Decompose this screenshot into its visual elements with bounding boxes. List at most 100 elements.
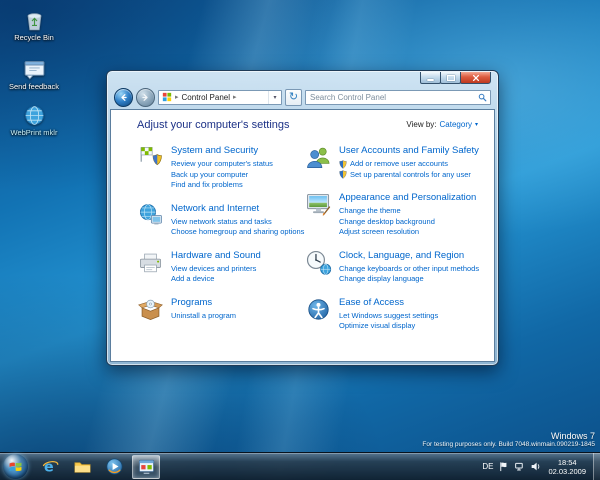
desktop-icon-label: WebPrint mklr — [5, 129, 63, 138]
internet-explorer-button[interactable]: e — [36, 455, 64, 479]
taskbar-clock[interactable]: 18:54 02.03.2009 — [546, 458, 588, 476]
desktop-icon-label: Send feedback — [5, 83, 63, 92]
task-link-label: Add or remove user accounts — [350, 159, 448, 170]
appearance-personalization-icon[interactable] — [305, 191, 332, 218]
task-adjust-screen-resolution[interactable]: Adjust screen resolution — [339, 227, 476, 238]
task-view-network-status[interactable]: View network status and tasks — [171, 217, 304, 228]
view-by-label: View by: — [406, 120, 436, 129]
control-panel-taskbar-button[interactable] — [132, 455, 160, 479]
control-panel-window: ▸ Control Panel ▸ ▾ ↻ Adjust your comput… — [106, 70, 499, 366]
forward-button[interactable] — [136, 88, 155, 107]
task-change-display-language[interactable]: Change display language — [339, 274, 479, 285]
media-player-button[interactable] — [100, 455, 128, 479]
category-clock-language-region: Clock, Language, and Region Change keybo… — [305, 249, 479, 285]
watermark-build-string: For testing purposes only. Build 7048.wi… — [422, 441, 595, 449]
breadcrumb-arrow: ▸ — [172, 93, 182, 101]
desktop-icon-send-feedback[interactable]: Send feedback — [5, 57, 63, 92]
category-title-user-accounts[interactable]: User Accounts and Family Safety — [339, 145, 479, 157]
task-uninstall-a-program[interactable]: Uninstall a program — [171, 311, 236, 322]
taskbar: e — [0, 452, 600, 480]
task-add-a-device[interactable]: Add a device — [171, 274, 261, 285]
category-title-clock-language-region[interactable]: Clock, Language, and Region — [339, 250, 479, 262]
clock-time: 18:54 — [548, 458, 586, 467]
category-title-system-and-security[interactable]: System and Security — [171, 145, 273, 157]
desktop-icon-webprint[interactable]: WebPrint mklr — [5, 103, 63, 138]
search-input[interactable] — [310, 93, 478, 102]
address-breadcrumb[interactable]: ▸ Control Panel ▸ ▾ — [158, 90, 282, 105]
category-title-appearance[interactable]: Appearance and Personalization — [339, 192, 476, 204]
titlebar[interactable] — [107, 71, 498, 86]
watermark-os-name: Windows 7 — [422, 431, 595, 441]
breadcrumb-arrow: ▸ — [230, 93, 240, 101]
user-accounts-icon[interactable] — [305, 144, 332, 171]
hardware-sound-icon[interactable] — [137, 249, 164, 276]
system-security-icon[interactable] — [137, 144, 164, 171]
category-title-ease-of-access[interactable]: Ease of Access — [339, 297, 438, 309]
taskbar-items: e — [36, 455, 160, 479]
search-icon[interactable] — [478, 93, 487, 102]
category-ease-of-access: Ease of Access Let Windows suggest setti… — [305, 296, 479, 332]
close-button[interactable] — [460, 72, 491, 84]
categories-right-column: User Accounts and Family Safety Add or r… — [305, 144, 479, 343]
task-choose-homegroup[interactable]: Choose homegroup and sharing options — [171, 227, 304, 238]
build-watermark: Windows 7 For testing purposes only. Bui… — [422, 431, 595, 449]
action-center-flag-icon[interactable] — [498, 461, 509, 472]
category-title-hardware-and-sound[interactable]: Hardware and Sound — [171, 250, 261, 262]
task-view-devices-printers[interactable]: View devices and printers — [171, 264, 261, 275]
task-link-label: Set up parental controls for any user — [350, 170, 471, 181]
windows-flag-icon — [9, 460, 22, 473]
language-indicator[interactable]: DE — [482, 462, 493, 471]
category-programs: Programs Uninstall a program — [137, 296, 305, 323]
task-set-up-parental-controls[interactable]: Set up parental controls for any user — [339, 170, 479, 181]
show-desktop-button[interactable] — [593, 453, 600, 480]
minimize-button[interactable] — [420, 72, 441, 84]
category-network-and-internet: Network and Internet View network status… — [137, 202, 305, 238]
address-dropdown-button[interactable]: ▾ — [268, 91, 281, 104]
task-change-desktop-background[interactable]: Change desktop background — [339, 217, 476, 228]
media-player-icon — [105, 457, 124, 476]
search-box — [305, 90, 491, 105]
network-internet-icon[interactable] — [137, 202, 164, 229]
maximize-icon — [447, 75, 455, 81]
start-button[interactable] — [3, 454, 28, 479]
desktop: { "colors": { "link_blue": "#0066cc", "h… — [0, 0, 600, 480]
uac-shield-icon — [339, 170, 347, 179]
categories-left-column: System and Security Review your computer… — [137, 144, 305, 343]
task-add-remove-user-accounts[interactable]: Add or remove user accounts — [339, 159, 479, 170]
category-title-programs[interactable]: Programs — [171, 297, 236, 309]
ease-of-access-icon[interactable] — [305, 296, 332, 323]
page-title: Adjust your computer's settings — [137, 119, 290, 131]
windows-explorer-button[interactable] — [68, 455, 96, 479]
desktop-icon-label: Recycle Bin — [5, 34, 63, 43]
network-icon[interactable] — [514, 461, 525, 472]
webprint-icon — [22, 103, 47, 128]
clock-language-region-icon[interactable] — [305, 249, 332, 276]
maximize-button[interactable] — [440, 72, 461, 84]
close-icon — [472, 74, 480, 82]
programs-icon[interactable] — [137, 296, 164, 323]
task-review-computer-status[interactable]: Review your computer's status — [171, 159, 273, 170]
category-user-accounts: User Accounts and Family Safety Add or r… — [305, 144, 479, 180]
breadcrumb-item-control-panel[interactable]: Control Panel — [182, 93, 230, 102]
recycle-bin-icon — [22, 8, 47, 33]
task-find-fix-problems[interactable]: Find and fix problems — [171, 180, 273, 191]
internet-explorer-icon: e — [41, 457, 60, 476]
volume-icon[interactable] — [530, 461, 541, 472]
refresh-button[interactable]: ↻ — [285, 89, 302, 106]
navigation-bar: ▸ Control Panel ▸ ▾ ↻ — [107, 86, 498, 108]
task-change-the-theme[interactable]: Change the theme — [339, 206, 476, 217]
view-by-caret-icon[interactable]: ▾ — [475, 121, 478, 128]
task-let-windows-suggest-settings[interactable]: Let Windows suggest settings — [339, 311, 438, 322]
send-feedback-icon — [22, 57, 47, 82]
task-back-up-computer[interactable]: Back up your computer — [171, 170, 273, 181]
category-title-network-and-internet[interactable]: Network and Internet — [171, 203, 304, 215]
task-optimize-visual-display[interactable]: Optimize visual display — [339, 321, 438, 332]
task-change-keyboards[interactable]: Change keyboards or other input methods — [339, 264, 479, 275]
clock-date: 02.03.2009 — [548, 467, 586, 476]
view-by-value[interactable]: Category — [440, 120, 472, 129]
back-button[interactable] — [114, 88, 133, 107]
control-panel-crumb-icon — [162, 92, 172, 102]
control-panel-window-icon — [137, 457, 156, 476]
desktop-icon-recycle-bin[interactable]: Recycle Bin — [5, 8, 63, 43]
control-panel-content: Adjust your computer's settings View by:… — [110, 109, 495, 362]
